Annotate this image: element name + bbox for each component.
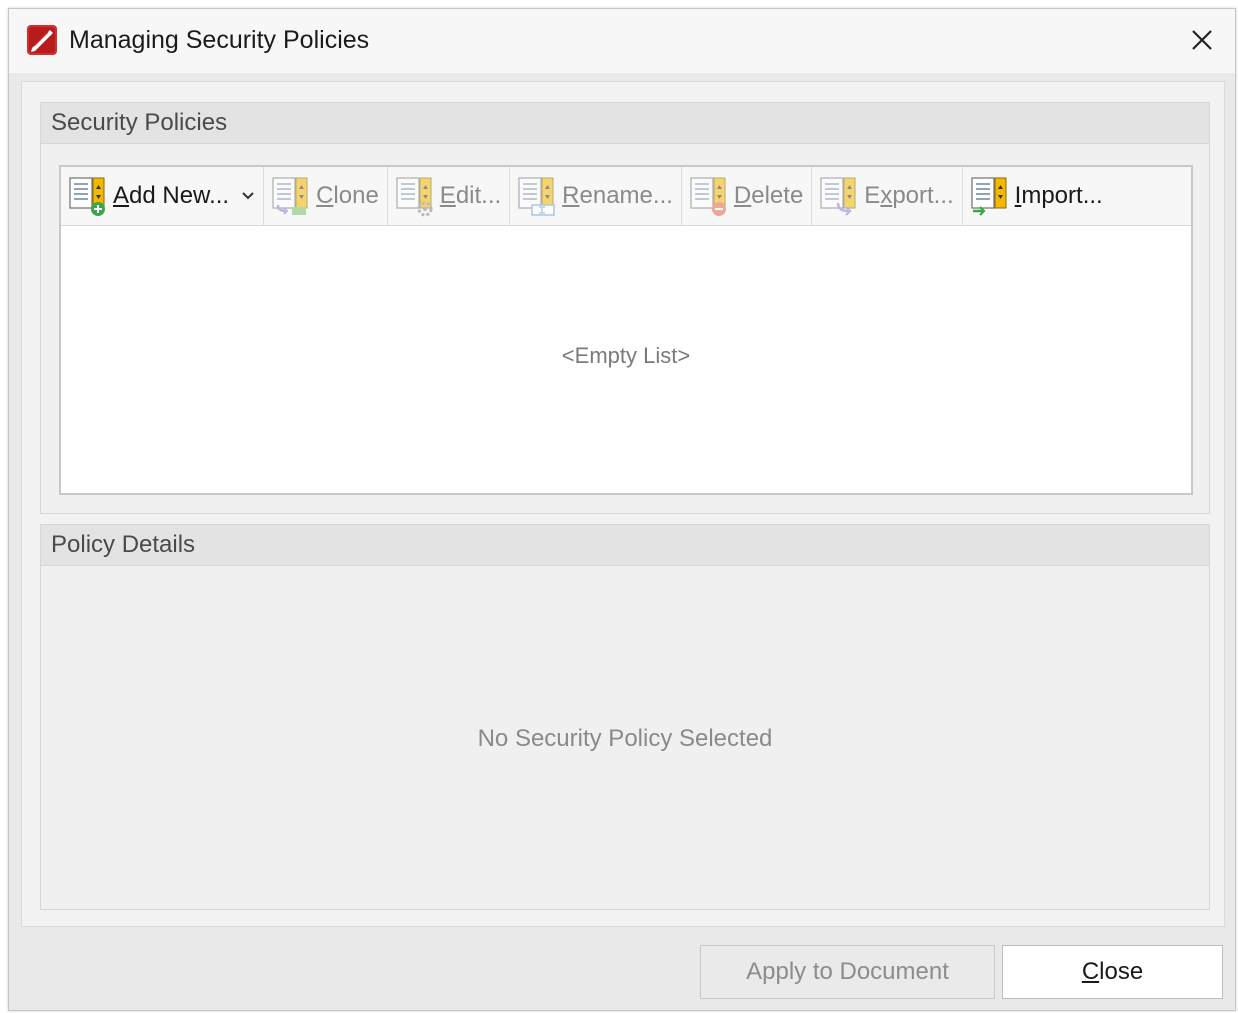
export-label: Export... (864, 182, 954, 209)
export-button[interactable]: Export... (812, 167, 963, 225)
security-policies-header: Security Policies (41, 103, 1209, 144)
import-label: Import... (1014, 182, 1103, 209)
managing-security-policies-dialog: Managing Security Policies Security Poli… (8, 8, 1236, 1011)
add-new-label: Add New... (113, 182, 230, 209)
rename-label: Rename... (562, 182, 673, 209)
no-policy-selected-text: No Security Policy Selected (477, 725, 773, 752)
import-policy-icon (971, 177, 1007, 216)
edit-label: Edit... (439, 182, 502, 209)
clone-policy-icon (272, 177, 308, 215)
edit-button[interactable]: Edit... (388, 167, 511, 225)
content-area: Security Policies Add New... Clone Edit...… (21, 81, 1225, 927)
security-policies-list[interactable]: Add New... Clone Edit... Rename... Delete Exp… (59, 165, 1193, 495)
delete-button[interactable]: Delete (682, 167, 813, 225)
clone-button[interactable]: Clone (264, 167, 388, 225)
policy-details-header: Policy Details (41, 525, 1209, 566)
edit-policy-icon (396, 177, 433, 217)
close-button-mnemonic: C (1081, 958, 1100, 985)
close-button-label: lose (1099, 958, 1144, 985)
close-icon (1192, 30, 1212, 50)
security-policies-group: Security Policies Add New... Clone Edit...… (40, 102, 1210, 514)
export-policy-icon (820, 177, 856, 216)
add-new-button[interactable]: Add New... (61, 167, 265, 225)
close-button[interactable]: Close (1002, 945, 1223, 999)
apply-to-document-button[interactable]: Apply to Document (700, 945, 995, 999)
rename-policy-icon (518, 177, 555, 216)
title-bar: Managing Security Policies (9, 9, 1235, 73)
rename-button[interactable]: Rename... (510, 167, 682, 225)
policy-toolbar: Add New... Clone Edit... Rename... Delete Exp… (61, 167, 1191, 226)
delete-label: Delete (733, 182, 804, 209)
empty-list-text: <Empty List> (561, 343, 691, 368)
window-close-button[interactable] (1183, 21, 1221, 59)
policy-details-group: Policy Details No Security Policy Select… (40, 524, 1210, 910)
delete-policy-icon (690, 177, 726, 216)
window-title: Managing Security Policies (69, 26, 370, 54)
chevron-down-icon[interactable] (241, 191, 255, 201)
import-button[interactable]: Import... (963, 167, 1111, 225)
add-policy-icon (69, 177, 105, 216)
clone-label: Clone (316, 182, 379, 209)
app-logo-icon (27, 25, 57, 55)
